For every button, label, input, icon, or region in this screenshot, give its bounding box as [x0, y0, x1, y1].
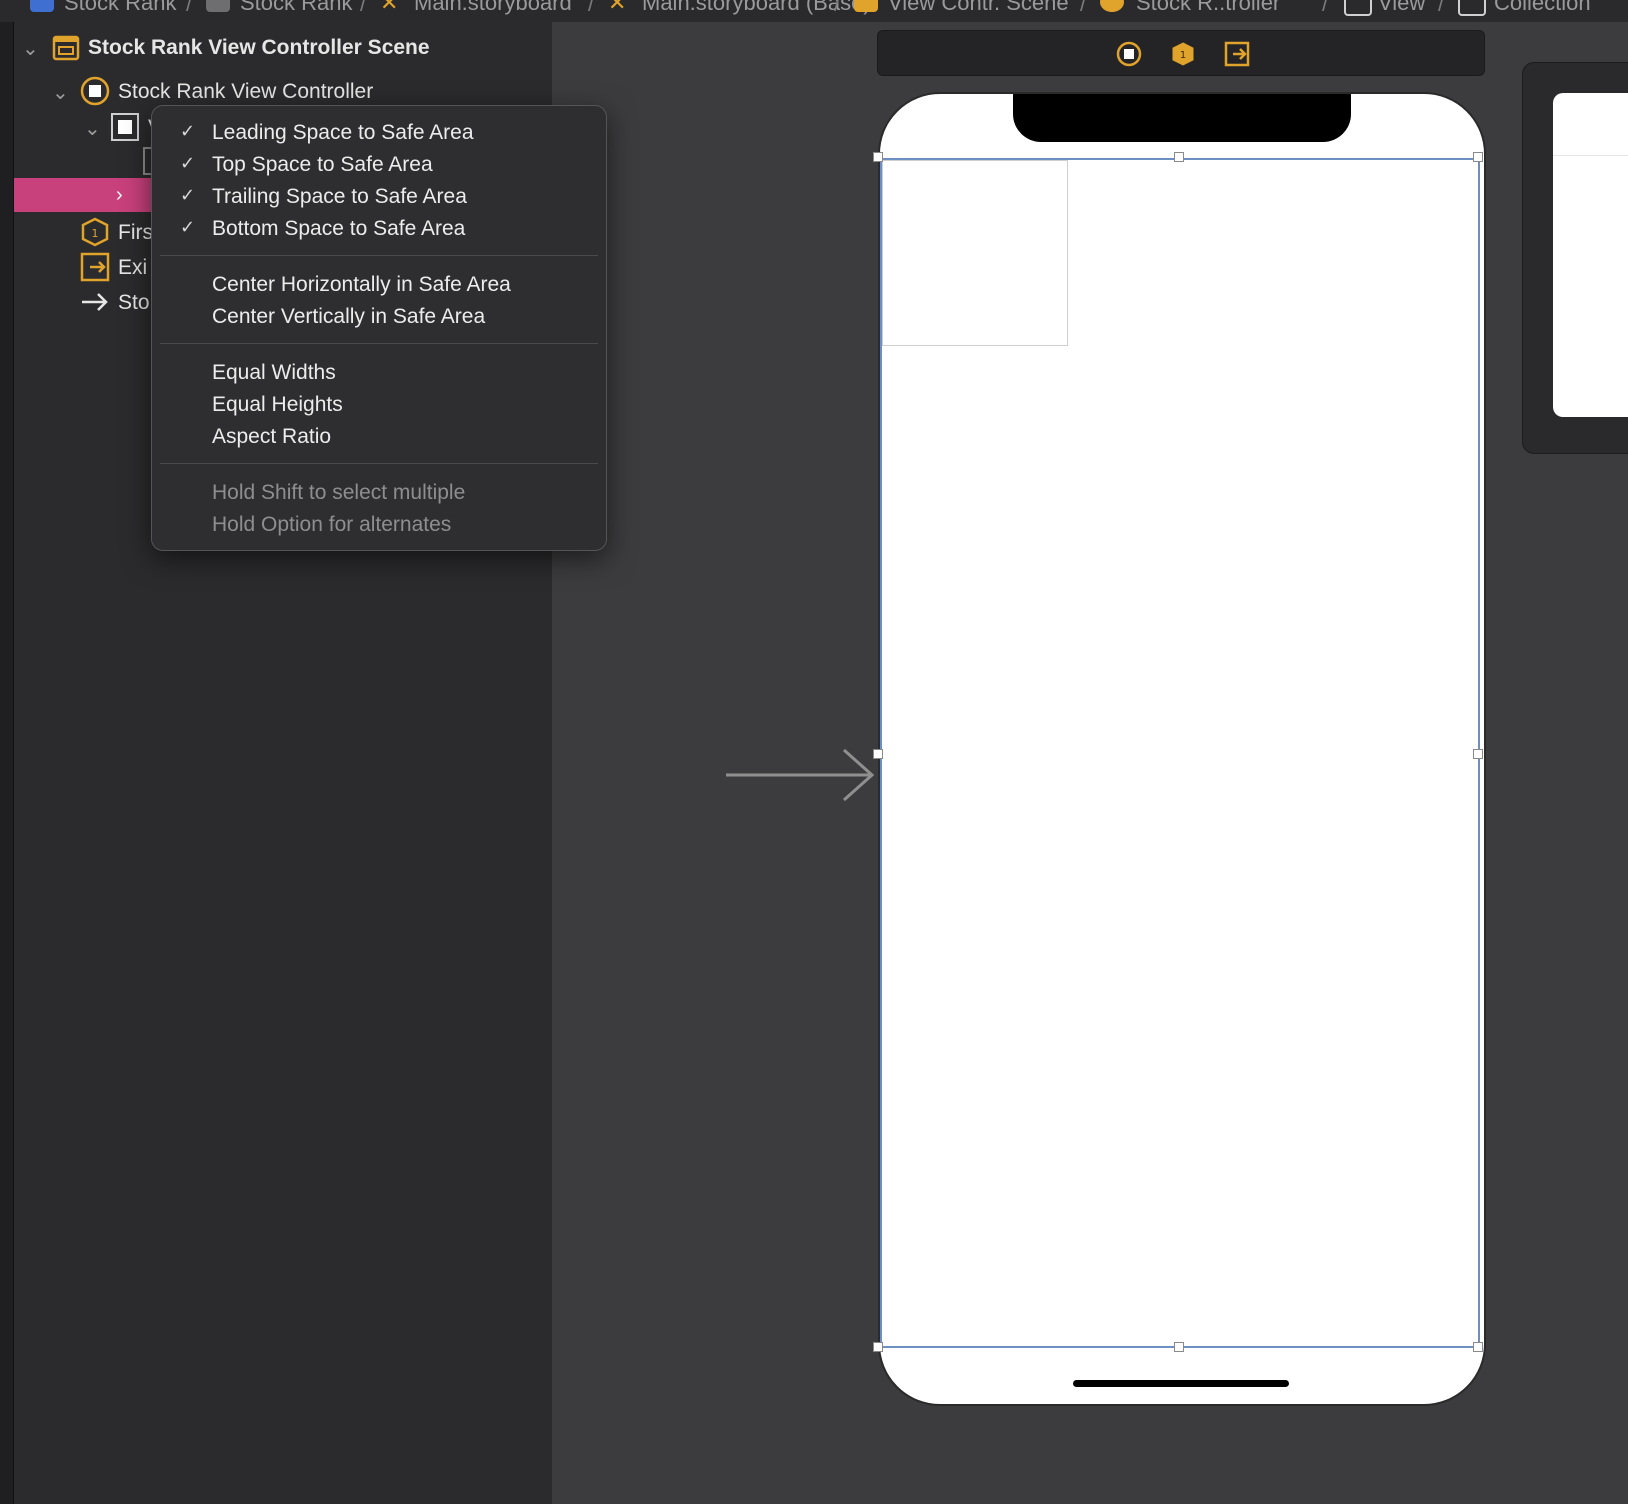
menu-item-label: Leading Space to Safe Area	[212, 121, 474, 144]
menu-item-label: Bottom Space to Safe Area	[212, 217, 466, 240]
breadcrumb-separator: /	[1438, 0, 1445, 16]
breadcrumb-separator: /	[360, 0, 367, 16]
view-icon	[1344, 0, 1372, 16]
breadcrumb-item[interactable]: View Contr. Scene	[888, 0, 1069, 17]
breadcrumb-item[interactable]: Stock Rank	[64, 0, 177, 17]
view-icon	[111, 113, 139, 141]
outline-row-scene[interactable]: ⌄ Stock Rank View Controller Scene	[14, 30, 552, 66]
resize-handle-bottom[interactable]	[1174, 1342, 1184, 1352]
resize-handle-top-left[interactable]	[873, 152, 883, 162]
checkmark-icon: ✓	[180, 217, 196, 237]
folder-icon	[206, 0, 230, 12]
view-controller-icon	[80, 76, 110, 106]
exit-icon	[80, 252, 110, 282]
menu-item-label: Equal Heights	[212, 393, 343, 416]
breadcrumb-item[interactable]: Stock Rank	[240, 0, 353, 17]
breadcrumb-item[interactable]: Stock R..troller	[1136, 0, 1280, 17]
outline-controller-label: Stock Rank View Controller	[118, 80, 374, 103]
menu-item-trailing-space[interactable]: ✓ Trailing Space to Safe Area	[152, 182, 606, 214]
menu-item-center-horizontally[interactable]: Center Horizontally in Safe Area	[152, 270, 606, 302]
view-controller-icon[interactable]	[1116, 41, 1142, 67]
collection-view[interactable]	[880, 158, 1480, 1348]
breadcrumb-item[interactable]: View	[1378, 0, 1425, 17]
menu-item-label: Aspect Ratio	[212, 425, 332, 448]
resize-handle-right[interactable]	[1473, 749, 1483, 759]
outline-scene-title: Stock Rank View Controller Scene	[88, 36, 430, 59]
view-controller-icon	[1100, 0, 1124, 12]
menu-separator	[160, 255, 598, 256]
project-icon	[30, 0, 54, 12]
menu-item-equal-heights[interactable]: Equal Heights	[152, 390, 606, 422]
storyboard-icon: ✕	[608, 0, 627, 15]
menu-item-label: Top Space to Safe Area	[212, 153, 433, 176]
chevron-down-icon[interactable]: ⌄	[52, 80, 69, 105]
outline-first-responder-label: Firs	[118, 221, 153, 244]
menu-item-aspect-ratio[interactable]: Aspect Ratio	[152, 422, 606, 454]
resize-handle-bottom-right[interactable]	[1473, 1342, 1483, 1352]
first-responder-icon: 1	[81, 217, 109, 247]
breadcrumb-separator: /	[1080, 0, 1087, 16]
menu-item-label: Center Vertically in Safe Area	[212, 305, 486, 328]
collection-view-cell[interactable]	[882, 160, 1068, 346]
adjacent-scene-screen	[1553, 93, 1628, 417]
menu-item-label: Trailing Space to Safe Area	[212, 185, 467, 208]
svg-text:1: 1	[1180, 50, 1186, 61]
resize-handle-bottom-left[interactable]	[873, 1342, 883, 1352]
constraint-context-menu: ✓ Leading Space to Safe Area ✓ Top Space…	[151, 105, 607, 551]
breadcrumb: Stock Rank / Stock Rank / ✕ Main.storybo…	[0, 0, 1628, 23]
checkmark-icon: ✓	[180, 121, 196, 141]
adjacent-scene-divider	[1553, 155, 1628, 156]
breadcrumb-separator: /	[588, 0, 595, 16]
collection-view-icon	[1458, 0, 1486, 16]
menu-item-bottom-space[interactable]: ✓ Bottom Space to Safe Area	[152, 214, 606, 246]
menu-separator	[160, 463, 598, 464]
breadcrumb-separator: /	[186, 0, 193, 16]
resize-handle-top-right[interactable]	[1473, 152, 1483, 162]
checkmark-icon: ✓	[180, 153, 196, 173]
device-notch	[1013, 94, 1351, 142]
storyboard-icon: ✕	[380, 0, 399, 15]
adjacent-scene-preview[interactable]	[1522, 62, 1628, 454]
outline-exit-label: Exi	[118, 256, 148, 279]
menu-item-leading-space[interactable]: ✓ Leading Space to Safe Area	[152, 118, 606, 150]
menu-item-top-space[interactable]: ✓ Top Space to Safe Area	[152, 150, 606, 182]
chevron-down-icon[interactable]: ⌄	[22, 36, 39, 61]
svg-text:1: 1	[92, 227, 99, 240]
menu-item-label: Center Horizontally in Safe Area	[212, 273, 511, 296]
storyboard-entry-arrow-icon	[726, 748, 875, 802]
home-indicator	[1073, 1380, 1289, 1387]
storyboard-scene-icon	[52, 35, 80, 61]
exit-icon[interactable]	[1224, 41, 1250, 67]
breadcrumb-item[interactable]: Main.storyboard	[414, 0, 572, 17]
resize-handle-top[interactable]	[1174, 152, 1184, 162]
chevron-down-icon[interactable]: ⌄	[84, 116, 101, 141]
menu-item-label: Equal Widths	[212, 361, 336, 384]
menu-hint-option: Hold Option for alternates	[212, 513, 452, 536]
menu-item-center-vertically[interactable]: Center Vertically in Safe Area	[152, 302, 606, 334]
outline-storyboard-entry-label: Sto	[118, 291, 150, 314]
iphone-device-frame	[878, 92, 1486, 1406]
first-responder-icon[interactable]: 1	[1170, 41, 1196, 67]
breadcrumb-item[interactable]: Collection	[1494, 0, 1591, 17]
breadcrumb-separator: /	[1322, 0, 1329, 16]
arrow-right-icon	[82, 293, 108, 311]
menu-item-equal-widths[interactable]: Equal Widths	[152, 358, 606, 390]
chevron-right-icon[interactable]: ›	[116, 184, 123, 207]
menu-separator	[160, 343, 598, 344]
storyboard-canvas[interactable]: 1	[552, 22, 1628, 1504]
checkmark-icon: ✓	[180, 185, 196, 205]
menu-hint-shift: Hold Shift to select multiple	[212, 481, 466, 504]
storyboard-scene-icon	[854, 0, 878, 12]
resize-handle-left[interactable]	[873, 749, 883, 759]
scene-dock: 1	[877, 30, 1485, 76]
breadcrumb-separator: /	[834, 0, 841, 16]
left-rail	[0, 22, 14, 1504]
